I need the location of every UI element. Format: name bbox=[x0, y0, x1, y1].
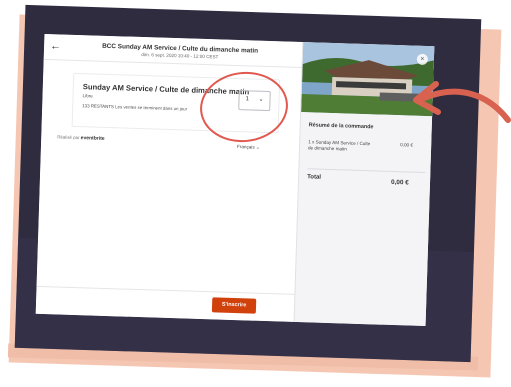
summary-line-item: 1 x Sunday AM Service / Culte de dimanch… bbox=[307, 139, 371, 152]
chevron-down-icon: ⌄ bbox=[255, 144, 260, 150]
ticket-remaining: 133 RESTANTS Les ventes se terminent dan… bbox=[82, 103, 187, 111]
remaining-count: 133 RESTANTS bbox=[82, 103, 114, 110]
annotation-arrow-icon bbox=[413, 81, 511, 123]
footer-divider bbox=[36, 285, 295, 295]
total-amount: 0,00 € bbox=[390, 178, 409, 187]
eventbrite-logo[interactable]: eventbrite bbox=[81, 135, 105, 142]
powered-by-prefix: Réalisé par bbox=[57, 134, 80, 141]
summary-divider bbox=[307, 168, 426, 173]
ticket-price: Libre bbox=[82, 93, 93, 99]
summary-title: Résumé de la commande bbox=[308, 122, 374, 131]
total-label: Total bbox=[307, 174, 322, 181]
sales-note: Les ventes se terminent dans un jour bbox=[115, 104, 188, 112]
language-label: Français bbox=[236, 144, 255, 150]
powered-by: Réalisé par eventbrite bbox=[57, 134, 105, 142]
register-button[interactable]: S'inscrire bbox=[211, 297, 257, 314]
back-arrow-icon[interactable]: ← bbox=[50, 40, 61, 52]
language-select[interactable]: Français ⌄ bbox=[237, 144, 260, 151]
